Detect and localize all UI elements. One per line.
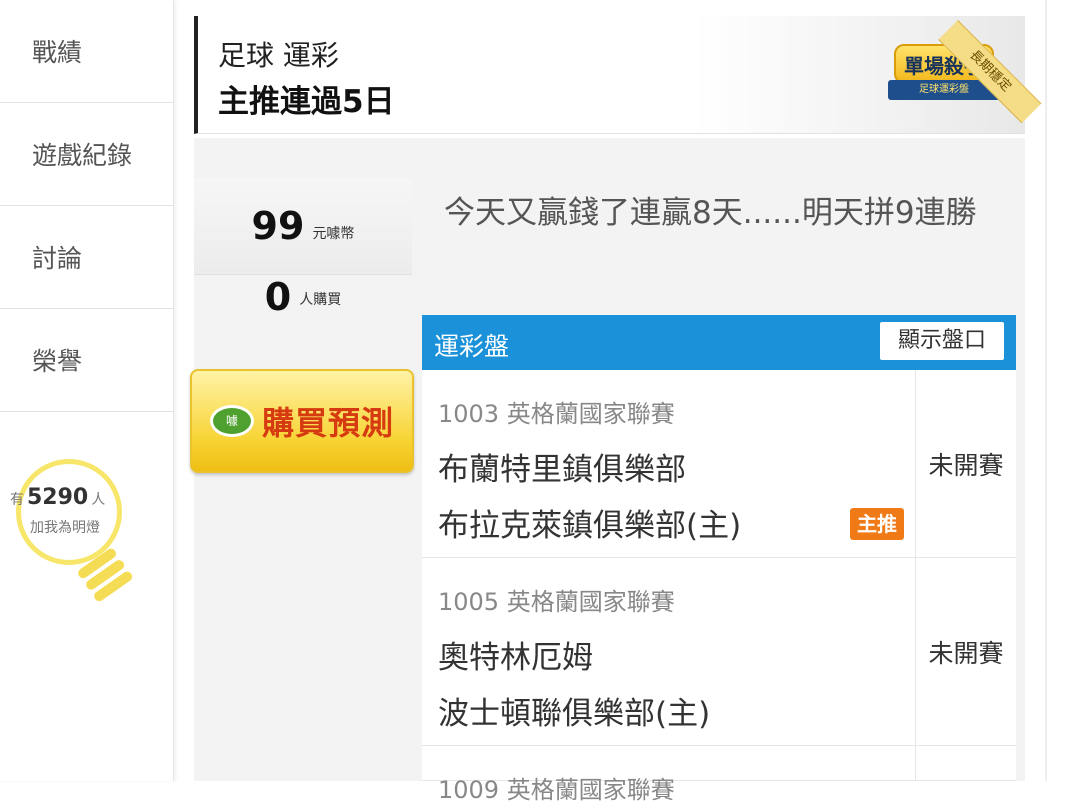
fan-count-prefix: 有 <box>10 492 24 508</box>
match-code-league: 1005 英格蘭國家聯賽 <box>438 588 675 616</box>
sidebar-item-label: 榮譽 <box>32 347 83 376</box>
match-status: 未開賽 <box>928 639 1004 668</box>
predictor-header: 足球 運彩 主推連過5日 單場殺手 足球運彩盤 <box>194 16 1025 134</box>
fan-caption: 加我為明燈 <box>30 520 100 536</box>
away-team: 布蘭特里鎮俱樂部 <box>438 452 686 488</box>
buy-prediction-button[interactable]: 噱 購買預測 <box>190 369 414 473</box>
sidebar-item-game-history[interactable]: 遊戲紀錄 <box>0 103 173 206</box>
main-pick-tag: 主推 <box>850 508 904 540</box>
category-label: 足球 運彩 <box>218 39 339 72</box>
match-code-league: 1003 英格蘭國家聯賽 <box>438 400 675 428</box>
sidebar-item-label: 戰績 <box>32 38 83 67</box>
match-info: 1003 英格蘭國家聯賽 布蘭特里鎮俱樂部 布拉克萊鎮俱樂部(主) 主推 <box>422 370 916 558</box>
price-unit: 元噱幣 <box>312 226 355 242</box>
sidebar-item-record[interactable]: 戰績 <box>0 0 173 103</box>
buyers-value: 0 <box>264 275 292 319</box>
follow-lightbulb[interactable]: 有 5290 人 加我為明燈 <box>10 455 140 615</box>
sidebar-item-discussion[interactable]: 討論 <box>0 206 173 309</box>
lightbulb-icon <box>16 459 122 565</box>
buyers-unit: 人購買 <box>299 292 342 308</box>
sidebar: 戰績 遊戲紀錄 討論 榮譽 <box>0 0 174 781</box>
table-row[interactable]: 1003 英格蘭國家聯賽 布蘭特里鎮俱樂部 布拉克萊鎮俱樂部(主) 主推 未開賽 <box>422 370 1016 558</box>
prediction-message: 今天又贏錢了連贏8天......明天拼9連勝 <box>444 195 977 231</box>
scroll-rail <box>1045 0 1047 781</box>
coin-icon: 噱 <box>209 405 254 437</box>
buyers-stat: 0 人購買 <box>194 274 412 339</box>
buy-prediction-label: 購買預測 <box>261 404 394 442</box>
show-odds-button[interactable]: 顯示盤口 <box>880 322 1004 360</box>
match-info: 1009 英格蘭國家聯賽 <box>422 746 916 804</box>
match-status: 未開賽 <box>928 451 1004 480</box>
fan-count-number: 5290 <box>27 485 89 510</box>
stats-column: 99 元噱幣 0 人購買 <box>194 178 412 339</box>
odds-table-header: 運彩盤 顯示盤口 <box>422 315 1016 370</box>
sidebar-item-honors[interactable]: 榮譽 <box>0 309 173 412</box>
away-team: 奧特林厄姆 <box>438 640 593 676</box>
fan-count-suffix: 人 <box>91 492 106 508</box>
page-title: 主推連過5日 <box>218 84 395 120</box>
match-info: 1005 英格蘭國家聯賽 奧特林厄姆 波士頓聯俱樂部(主) <box>422 558 916 746</box>
home-team: 波士頓聯俱樂部(主) <box>438 696 711 732</box>
sidebar-item-label: 討論 <box>32 244 83 273</box>
price-stat: 99 元噱幣 <box>194 178 412 274</box>
price-value: 99 <box>251 204 305 248</box>
sidebar-item-label: 遊戲紀錄 <box>32 141 133 170</box>
table-row[interactable]: 1009 英格蘭國家聯賽 <box>422 746 1016 804</box>
table-row[interactable]: 1005 英格蘭國家聯賽 奧特林厄姆 波士頓聯俱樂部(主) 未開賽 <box>422 558 1016 746</box>
home-team: 布拉克萊鎮俱樂部(主) <box>438 508 742 544</box>
match-code-league: 1009 英格蘭國家聯賽 <box>438 776 675 804</box>
odds-table-title: 運彩盤 <box>434 332 510 361</box>
fan-count: 有 5290 人 <box>10 485 140 510</box>
